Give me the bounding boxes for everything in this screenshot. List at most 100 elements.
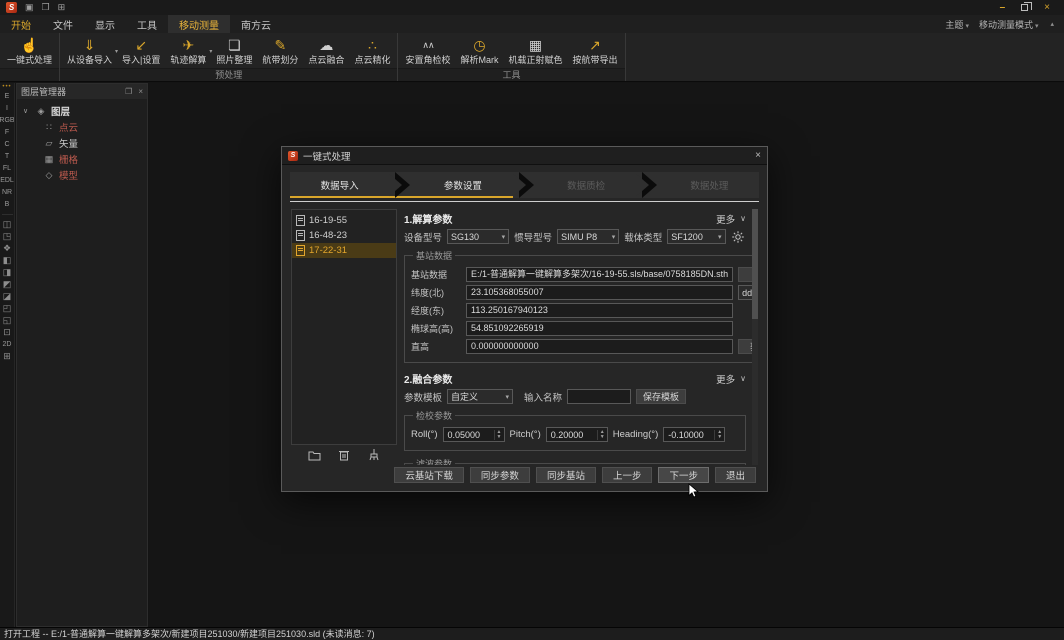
view-intensity-icon[interactable]: I: [6, 104, 8, 113]
section1-more-toggle[interactable]: 更多∨: [716, 212, 746, 226]
scrollbar-thumb[interactable]: [752, 209, 758, 319]
pan-hand-icon[interactable]: ❖: [3, 244, 11, 253]
sortie-label: 16-48-23: [309, 230, 347, 241]
menu-mobile-survey[interactable]: 移动测量: [168, 15, 230, 33]
view-elevation-icon[interactable]: E: [5, 92, 10, 101]
menu-start[interactable]: 开始: [0, 15, 42, 33]
mode-dropdown[interactable]: 移动测量模式▾: [979, 18, 1039, 31]
ribbon-item-label: 点云精化: [354, 54, 390, 66]
longitude-input[interactable]: 113.250167940123: [466, 303, 733, 318]
view-back-icon[interactable]: ◱: [3, 316, 12, 325]
view-right-icon[interactable]: ◨: [3, 268, 12, 277]
ribbon-item-export-by-strip[interactable]: ↗ 按航带导出: [567, 34, 622, 68]
ribbon-item-strip-divide[interactable]: ✎ 航带划分: [257, 34, 303, 68]
delete-trash-icon[interactable]: [339, 449, 349, 461]
sync-params-button[interactable]: 同步参数: [470, 467, 530, 483]
add-view-icon[interactable]: ⊞: [3, 352, 11, 361]
latitude-input[interactable]: 23.105368055007: [466, 285, 733, 300]
view-left-icon[interactable]: ◧: [3, 256, 12, 265]
step-data-qc[interactable]: 数据质检: [537, 172, 636, 198]
view-top-icon[interactable]: ◩: [3, 280, 12, 289]
menu-south-cloud[interactable]: 南方云: [230, 15, 282, 33]
open-folder-icon[interactable]: [308, 450, 321, 461]
new-project-icon[interactable]: ⊞: [58, 2, 66, 13]
ribbon-item-boresight-calibration[interactable]: ∧∧ 安置角检校: [400, 34, 455, 68]
step-data-import[interactable]: 数据导入: [290, 172, 389, 198]
layer-tree-root[interactable]: ∨ ◈ 图层: [23, 103, 147, 119]
ribbon-item-parse-mark[interactable]: ◷ 解析Mark: [455, 34, 503, 68]
layer-item-raster[interactable]: ▦ 栅格: [23, 151, 147, 167]
step-data-process[interactable]: 数据处理: [660, 172, 759, 198]
next-step-button[interactable]: 下一步: [658, 467, 709, 483]
imu-model-select[interactable]: SIMU P8: [557, 229, 619, 244]
sortie-item[interactable]: 16-19-55: [292, 213, 396, 228]
dialog-titlebar[interactable]: S 一键式处理 ×: [282, 147, 767, 165]
vertical-height-input[interactable]: 0.000000000000: [466, 339, 733, 354]
exit-button[interactable]: 退出: [715, 467, 756, 483]
tree-collapse-icon[interactable]: ∨: [23, 107, 31, 115]
template-name-input[interactable]: [567, 389, 631, 404]
calibration-group: 检校参数 Roll(°) 0.05000▲▼ Pitch(°) 0.20000▲…: [404, 409, 746, 451]
step-parameter-settings[interactable]: 参数设置: [413, 172, 512, 198]
ribbon-item-trajectory-solve[interactable]: ✈ 轨迹解算 ▾: [165, 34, 211, 68]
dialog-close-icon[interactable]: ×: [755, 150, 761, 161]
float-panel-icon[interactable]: ❐: [125, 87, 132, 96]
param-template-select[interactable]: 自定义: [447, 389, 513, 404]
spin-down-icon[interactable]: ▼: [717, 435, 722, 440]
view-front-icon[interactable]: ◰: [3, 304, 12, 313]
section2-more-toggle[interactable]: 更多∨: [716, 372, 746, 386]
view-nr-icon[interactable]: NR: [2, 188, 12, 197]
sync-base-button[interactable]: 同步基站: [536, 467, 596, 483]
cloud-base-download-button[interactable]: 云基站下载: [394, 467, 464, 483]
theme-dropdown[interactable]: 主题▾: [945, 18, 969, 31]
heading-stepper[interactable]: -0.10000▲▼: [663, 427, 725, 442]
save-icon[interactable]: ▣: [25, 2, 34, 13]
view-2d-icon[interactable]: 2D: [3, 340, 12, 349]
close-icon[interactable]: ×: [1044, 2, 1050, 13]
open-project-icon[interactable]: ❒: [42, 2, 50, 13]
view-b-icon[interactable]: B: [5, 200, 10, 209]
view-rgb-icon[interactable]: RGB: [0, 116, 15, 125]
carrier-type-select[interactable]: SF1200: [667, 229, 725, 244]
restore-icon[interactable]: [1021, 4, 1028, 11]
view-t-icon[interactable]: T: [5, 152, 9, 161]
ribbon-item-import-from-device[interactable]: ⇓ 从设备导入 ▾: [62, 34, 117, 68]
spin-down-icon[interactable]: ▼: [497, 435, 502, 440]
base-data-input[interactable]: E:/1-普通解算一键解算多架次/16-19-55.sls/base/07581…: [466, 267, 733, 282]
ribbon-item-photo-organize[interactable]: ❏ 照片整理: [211, 34, 257, 68]
ribbon-item-import-settings[interactable]: ↙ 导入|设置: [117, 34, 165, 68]
spin-down-icon[interactable]: ▼: [600, 435, 605, 440]
view-cube-icon[interactable]: ◫: [3, 220, 12, 229]
view-c-icon[interactable]: C: [4, 140, 9, 149]
clean-broom-icon[interactable]: [368, 449, 380, 461]
pitch-stepper[interactable]: 0.20000▲▼: [546, 427, 608, 442]
ribbon-item-pointcloud-refine[interactable]: ∴ 点云精化: [349, 34, 395, 68]
menu-display[interactable]: 显示: [84, 15, 126, 33]
view-edl-icon[interactable]: EDL: [0, 176, 14, 185]
previous-step-button[interactable]: 上一步: [602, 467, 653, 483]
view-fit-icon[interactable]: ⊡: [3, 328, 11, 337]
layer-item-pointcloud[interactable]: ∷ 点云: [23, 119, 147, 135]
layer-item-model[interactable]: ◇ 模型: [23, 167, 147, 183]
ribbon-item-one-click-process[interactable]: ☝ 一键式处理: [2, 34, 57, 68]
ribbon-item-pointcloud-fusion[interactable]: ☁ 点云融合: [303, 34, 349, 68]
sortie-item[interactable]: 16-48-23: [292, 228, 396, 243]
ribbon-item-ortho-colorize[interactable]: ▦ 机载正射赋色: [503, 34, 567, 68]
minimize-icon[interactable]: –: [1000, 2, 1006, 13]
ellipsoid-height-input[interactable]: 54.851092265919: [466, 321, 733, 336]
gear-icon[interactable]: [731, 229, 746, 244]
view-cube-corner-icon[interactable]: ◳: [3, 232, 12, 241]
sortie-item-selected[interactable]: 17-22-31: [292, 243, 396, 258]
dialog-scrollbar[interactable]: [752, 209, 758, 465]
collapse-ribbon-icon[interactable]: ▴: [1050, 20, 1054, 28]
view-f-icon[interactable]: F: [5, 128, 9, 137]
menu-file[interactable]: 文件: [42, 15, 84, 33]
save-template-button[interactable]: 保存模板: [636, 389, 686, 404]
menu-tools[interactable]: 工具: [126, 15, 168, 33]
device-model-select[interactable]: SG130: [447, 229, 509, 244]
roll-stepper[interactable]: 0.05000▲▼: [443, 427, 505, 442]
view-fl-icon[interactable]: FL: [3, 164, 11, 173]
close-panel-icon[interactable]: ×: [138, 87, 143, 96]
view-bottom-icon[interactable]: ◪: [3, 292, 12, 301]
layer-item-vector[interactable]: ▱ 矢量: [23, 135, 147, 151]
